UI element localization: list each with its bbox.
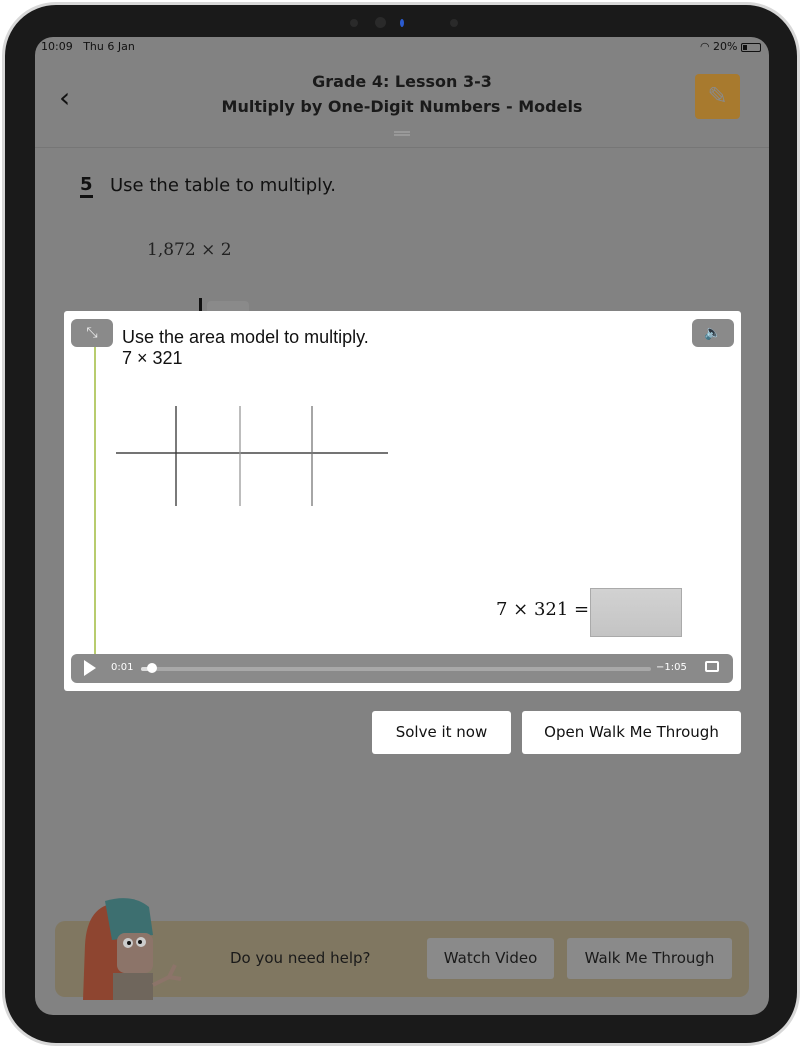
seek-bar[interactable]	[141, 667, 651, 671]
current-time: 0:01	[111, 662, 134, 673]
video-prompt: Use the area model to multiply. 7 × 321	[122, 327, 369, 369]
seek-knob[interactable]	[147, 663, 157, 673]
area-model-grid	[116, 406, 388, 506]
wifi-icon: ◠	[699, 40, 710, 53]
mascot-character	[83, 898, 182, 1000]
expand-button[interactable]: ⤡	[71, 319, 113, 347]
video-expression: 7 × 321	[122, 348, 183, 368]
text-cursor	[199, 298, 202, 312]
notes-button[interactable]: ✎	[695, 74, 740, 119]
drag-handle[interactable]	[394, 131, 410, 136]
video-controls: 0:01 −1:05	[71, 654, 733, 683]
notes-edit-icon: ✎	[707, 82, 728, 110]
status-time: 10:09	[41, 40, 73, 53]
video-guide-line	[94, 323, 96, 663]
watch-video-button[interactable]: Watch Video	[427, 938, 554, 979]
battery-icon	[741, 42, 761, 52]
status-date: Thu 6 Jan	[83, 40, 135, 53]
camera	[375, 17, 386, 28]
status-bar: 10:09 Thu 6 Jan ◠ 20%	[35, 37, 769, 57]
play-icon[interactable]	[84, 660, 96, 676]
answer-table-tab	[207, 301, 249, 311]
video-equation: 7 × 321 =	[496, 599, 590, 620]
battery-percent: 20%	[713, 40, 738, 53]
airplay-icon[interactable]	[705, 661, 719, 672]
video-answer-box	[590, 588, 682, 637]
header: ‹ Grade 4: Lesson 3-3 Multiply by One-Di…	[35, 57, 769, 148]
sensor	[450, 19, 458, 27]
lesson-title: Grade 4: Lesson 3-3	[312, 72, 492, 91]
open-walk-me-through-button[interactable]: Open Walk Me Through	[522, 711, 741, 754]
question-number: 5	[80, 175, 93, 198]
volume-button[interactable]: 🔈	[692, 319, 734, 347]
question-prompt: Use the table to multiply.	[110, 175, 336, 196]
video-player[interactable]: ⤡ 🔈 Use the area model to multiply. 7 × …	[64, 311, 741, 691]
question-expression: 1,872 × 2	[147, 240, 232, 260]
remaining-time: −1:05	[656, 662, 687, 673]
sensor	[350, 19, 358, 27]
sensor-light	[400, 19, 404, 27]
solve-it-now-button[interactable]: Solve it now	[372, 711, 511, 754]
walk-me-through-button[interactable]: Walk Me Through	[567, 938, 732, 979]
help-prompt: Do you need help?	[230, 949, 371, 967]
expand-icon: ⤡	[86, 325, 98, 341]
lesson-subtitle: Multiply by One-Digit Numbers - Models	[221, 97, 583, 116]
video-prompt-text: Use the area model to multiply.	[122, 327, 369, 347]
screen: 10:09 Thu 6 Jan ◠ 20% ‹ Grade 4: Lesson …	[35, 37, 769, 1015]
volume-icon: 🔈	[704, 325, 722, 341]
